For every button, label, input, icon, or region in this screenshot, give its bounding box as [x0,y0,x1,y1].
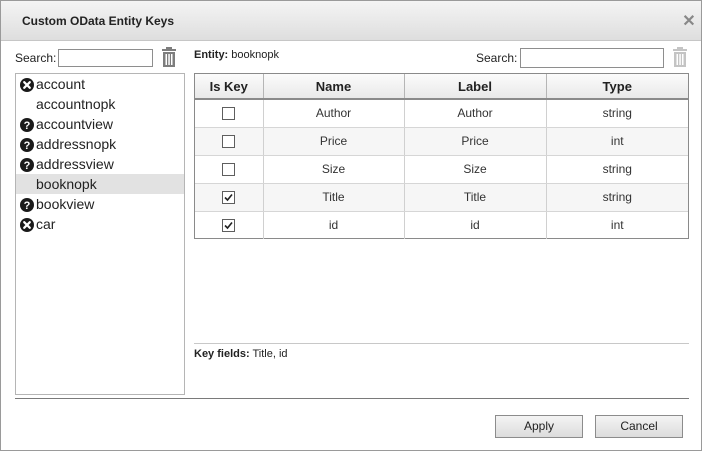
cancel-button[interactable]: Cancel [595,415,683,438]
cross-circle-icon [20,77,34,92]
grid-header-row: Is Key Name Label Type [195,74,688,100]
key-fields-value: Title, id [252,348,288,360]
key-fields-label: Key fields: [194,348,250,360]
svg-text:?: ? [24,120,31,132]
cross-circle-icon [20,217,34,232]
is-key-checkbox[interactable] [222,107,236,121]
cell-type: string [546,155,688,184]
table-row[interactable]: Title Title string [195,183,688,212]
cell-name: Size [263,155,405,184]
cell-name: Author [263,99,405,128]
question-circle-icon: ? [20,137,34,152]
fields-grid: Is Key Name Label Type Author Author strin… [194,73,689,239]
trash-icon[interactable] [672,47,688,67]
footer-divider [15,398,689,399]
cell-name: Title [263,183,405,212]
entity-list-item[interactable]: account [16,74,184,94]
is-key-cell [195,155,264,184]
column-header-label[interactable]: Label [404,74,547,100]
entity-list-item-label: accountnopk [36,96,116,112]
cell-type: int [610,218,624,233]
close-icon[interactable]: ✕ [679,12,699,32]
entity-list: account accountnopk? accountview? addressno… [15,73,185,395]
cell-label: id [404,211,547,239]
key-fields-divider [194,343,689,344]
entity-info: Entity: booknopk [194,49,279,61]
entity-search-input[interactable] [58,49,153,67]
cell-label: Title [404,183,547,212]
custom-odata-entity-keys-dialog: Custom OData Entity Keys ✕ Search: accou… [0,0,702,451]
svg-text:?: ? [24,140,31,152]
left-search-label: Search: [15,51,57,65]
is-key-cell [195,211,264,239]
right-search-label: Search: [476,51,518,65]
entity-list-item-label: car [36,216,56,232]
is-key-checkbox[interactable] [222,191,236,205]
entity-list-item[interactable]: car [16,214,184,234]
cell-name: id [263,211,405,239]
column-header-is-key[interactable]: Is Key [195,74,264,100]
cell-type: string [546,99,688,128]
cell-label: Size [404,155,547,184]
column-header-type[interactable]: Type [546,74,688,100]
entity-list-item-label: addressnopk [36,136,117,152]
entity-list-item-label: accountview [36,116,114,132]
is-key-cell [195,127,264,156]
table-row[interactable]: Author Author string [195,99,688,128]
dialog-titlebar: Custom OData Entity Keys ✕ [1,1,701,41]
table-row[interactable]: id id int [195,211,688,239]
svg-text:?: ? [24,160,31,172]
cell-label: Price [404,127,547,156]
entity-list-item-label: account [36,76,86,92]
field-search-input[interactable] [520,48,664,68]
entity-name: booknopk [231,49,280,61]
entity-list-item[interactable]: ? accountview [16,114,184,134]
question-circle-icon: ? [20,197,34,212]
entity-list-item-label: booknopk [36,176,97,192]
is-key-checkbox[interactable] [222,163,236,177]
entity-list-item[interactable]: accountnopk [16,94,184,114]
entity-label: Entity: [194,49,229,61]
dialog-title: Custom OData Entity Keys [22,14,175,28]
entity-list-item[interactable]: ? addressnopk [16,134,184,154]
is-key-checkbox[interactable] [222,135,236,149]
table-row[interactable]: Size Size string [195,155,688,184]
entity-list-item[interactable]: ? bookview [16,194,184,214]
key-fields-summary: Key fields: Title, id [194,348,288,360]
entity-list-item[interactable]: booknopk [16,174,184,194]
entity-list-item[interactable]: ? addressview [16,154,184,174]
cell-type: int [546,127,688,156]
cell-type: string [546,183,688,212]
question-circle-icon: ? [20,157,34,172]
trash-icon[interactable] [161,47,177,67]
table-row[interactable]: Price Price int [195,127,688,156]
is-key-cell [195,183,264,212]
svg-text:?: ? [24,200,31,212]
is-key-cell [195,99,264,128]
entity-list-item-label: bookview [36,196,95,212]
cell-name: Price [263,127,405,156]
entity-list-item-label: addressview [36,156,114,172]
question-circle-icon: ? [20,117,34,132]
cell-label: Author [404,99,547,128]
column-header-name[interactable]: Name [263,74,405,100]
is-key-checkbox[interactable] [222,219,236,233]
apply-button[interactable]: Apply [495,415,583,438]
